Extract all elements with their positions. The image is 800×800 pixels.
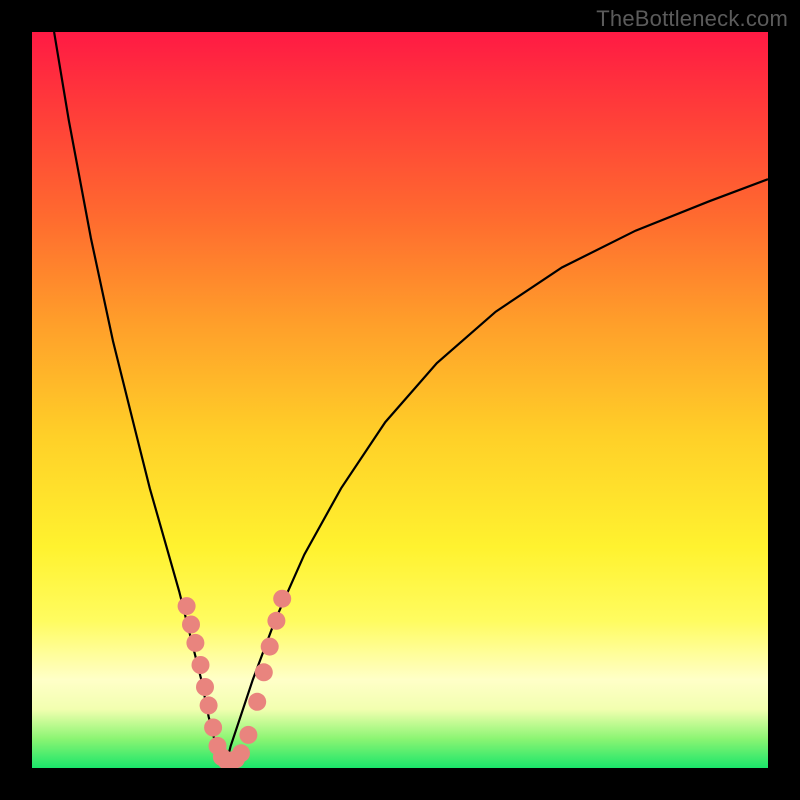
curve-data-dot [204,719,222,737]
curve-data-dot [196,678,214,696]
curve-data-dot [232,744,250,762]
curve-data-dot [239,726,257,744]
curve-data-dot [186,634,204,652]
curve-data-dot [261,638,279,656]
curve-data-dot [273,590,291,608]
bottleneck-chart-svg [32,32,768,768]
curve-data-dot [200,696,218,714]
curve-data-dots [178,590,292,768]
watermark-text: TheBottleneck.com [596,6,788,32]
curve-data-dot [192,656,210,674]
curve-data-dot [178,597,196,615]
curve-data-dot [267,612,285,630]
curve-data-dot [182,616,200,634]
bottleneck-curve-line [54,32,768,764]
curve-data-dot [248,693,266,711]
curve-data-dot [255,663,273,681]
chart-plot-area [32,32,768,768]
